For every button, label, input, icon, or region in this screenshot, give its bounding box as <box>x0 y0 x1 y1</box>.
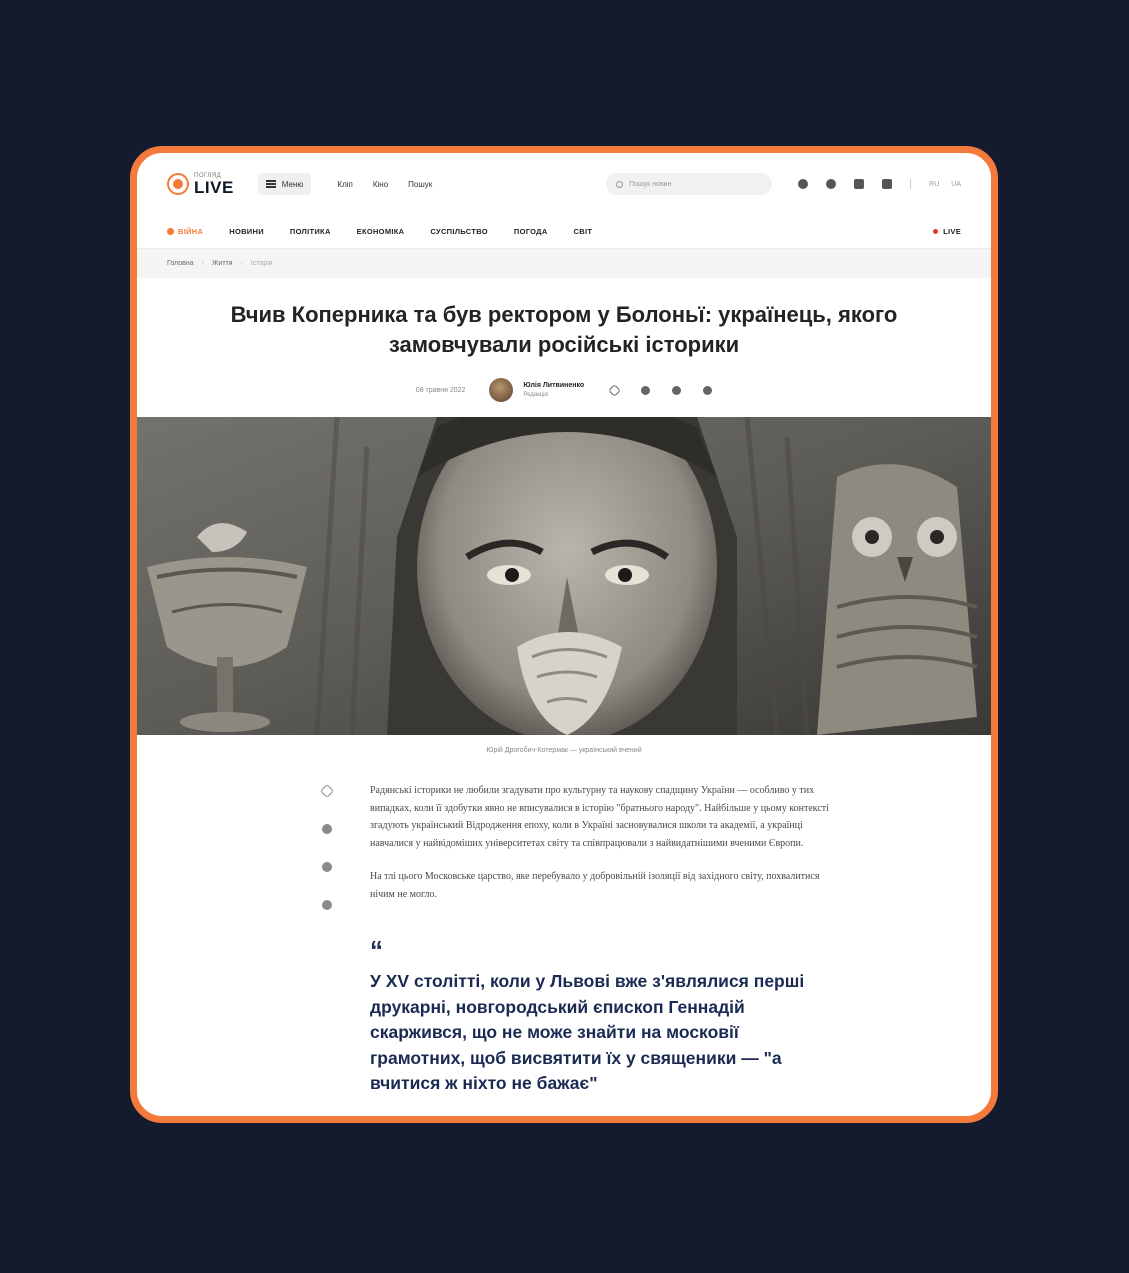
top-links: Кліп Кіно Пошук <box>337 180 432 189</box>
site-logo[interactable]: ПОГЛЯД LIVE <box>167 173 234 196</box>
nav-item-economy[interactable]: ЕКОНОМІКА <box>357 227 405 236</box>
telegram-icon[interactable] <box>798 179 809 189</box>
lang-ru[interactable]: RU <box>929 181 939 188</box>
divider <box>910 179 912 189</box>
breadcrumb-separator: › <box>240 260 243 267</box>
paragraph: Радянські історики не любили згадувати п… <box>370 785 829 849</box>
main-nav: ВІЙНА НОВИНИ ПОЛІТИКА ЕКОНОМІКА СУСПІЛЬС… <box>137 215 991 249</box>
facebook-icon[interactable] <box>826 179 837 189</box>
carved-relief-illustration <box>137 417 991 736</box>
language-switch: RU UA <box>929 181 961 188</box>
search-placeholder: Пошук новин <box>629 180 672 188</box>
top-header: ПОГЛЯД LIVE Меню Кліп Кіно Пошук Пошук н… <box>137 153 991 215</box>
nav-item-politics[interactable]: ПОЛІТИКА <box>290 227 331 236</box>
article-text: Радянські історики не любили згадувати п… <box>370 782 830 903</box>
page-title: Вчив Коперника та був ректором у Болоньї… <box>230 302 898 357</box>
nav-item-news[interactable]: НОВИНИ <box>229 227 264 236</box>
share-buttons <box>608 384 713 397</box>
article-meta: 08 травня 2022 Юлія Литвиненко Редакція <box>137 375 991 405</box>
lang-ua[interactable]: UA <box>951 181 961 188</box>
viber-share-icon[interactable] <box>672 385 682 395</box>
telegram-share-icon[interactable] <box>322 824 332 835</box>
social-links <box>798 179 893 189</box>
avatar[interactable] <box>489 378 514 403</box>
nav-item-live[interactable]: LIVE <box>933 227 961 236</box>
menu-label: Меню <box>281 179 304 189</box>
article-body: Радянські історики не любили згадувати п… <box>137 782 991 1096</box>
copy-link-icon[interactable] <box>608 384 622 397</box>
author-name[interactable]: Юлія Литвиненко <box>523 382 584 389</box>
side-share-bar <box>319 784 335 911</box>
nav-item-society[interactable]: СУСПІЛЬСТВО <box>430 227 488 236</box>
menu-button[interactable]: Меню <box>257 173 312 195</box>
breadcrumb-home[interactable]: Головна <box>167 260 194 267</box>
youtube-icon[interactable] <box>882 179 893 189</box>
logo-sun-icon <box>167 173 189 195</box>
telegram-share-icon[interactable] <box>641 385 651 395</box>
viber-share-icon[interactable] <box>322 862 332 873</box>
facebook-share-icon[interactable] <box>703 385 713 395</box>
image-caption: Юрій Дрогобич-Котермак — український вче… <box>486 747 642 755</box>
copy-link-icon[interactable] <box>319 784 335 799</box>
nav-item-war[interactable]: ВІЙНА <box>167 227 203 236</box>
nav-item-world[interactable]: СВІТ <box>574 227 593 236</box>
author-info: Юлія Литвиненко Редакція <box>523 382 584 398</box>
paragraph: На тлі цього Московське царство, яке пер… <box>370 871 820 900</box>
browser-frame: ПОГЛЯД LIVE Меню Кліп Кіно Пошук Пошук н… <box>130 146 998 1123</box>
breadcrumb-current: Історія <box>250 260 273 267</box>
instagram-icon[interactable] <box>854 179 865 189</box>
facebook-share-icon[interactable] <box>322 900 332 911</box>
quote-text: У XV столітті, коли у Львові вже з'являл… <box>370 971 805 1093</box>
search-input[interactable]: Пошук новин <box>606 173 773 195</box>
breadcrumb-section[interactable]: Життя <box>212 260 233 267</box>
top-link[interactable]: Пошук <box>408 180 432 189</box>
nav-item-weather[interactable]: ПОГОДА <box>514 227 548 236</box>
breadcrumb-separator: › <box>201 260 204 267</box>
war-icon <box>167 228 174 235</box>
logo-live-text: LIVE <box>194 177 234 197</box>
live-dot-icon <box>933 229 939 234</box>
breadcrumb: Головна › Життя › Історія <box>137 249 991 278</box>
search-icon <box>616 180 624 188</box>
pull-quote: “ У XV столітті, коли у Львові вже з'явл… <box>370 935 830 1096</box>
publish-date: 08 травня 2022 <box>415 386 466 394</box>
author-role: Редакція <box>523 392 548 399</box>
top-link[interactable]: Кіно <box>373 180 388 189</box>
hero-image <box>137 417 991 736</box>
hamburger-icon <box>265 183 276 185</box>
top-link[interactable]: Кліп <box>337 180 352 189</box>
quote-icon: “ <box>370 935 383 966</box>
